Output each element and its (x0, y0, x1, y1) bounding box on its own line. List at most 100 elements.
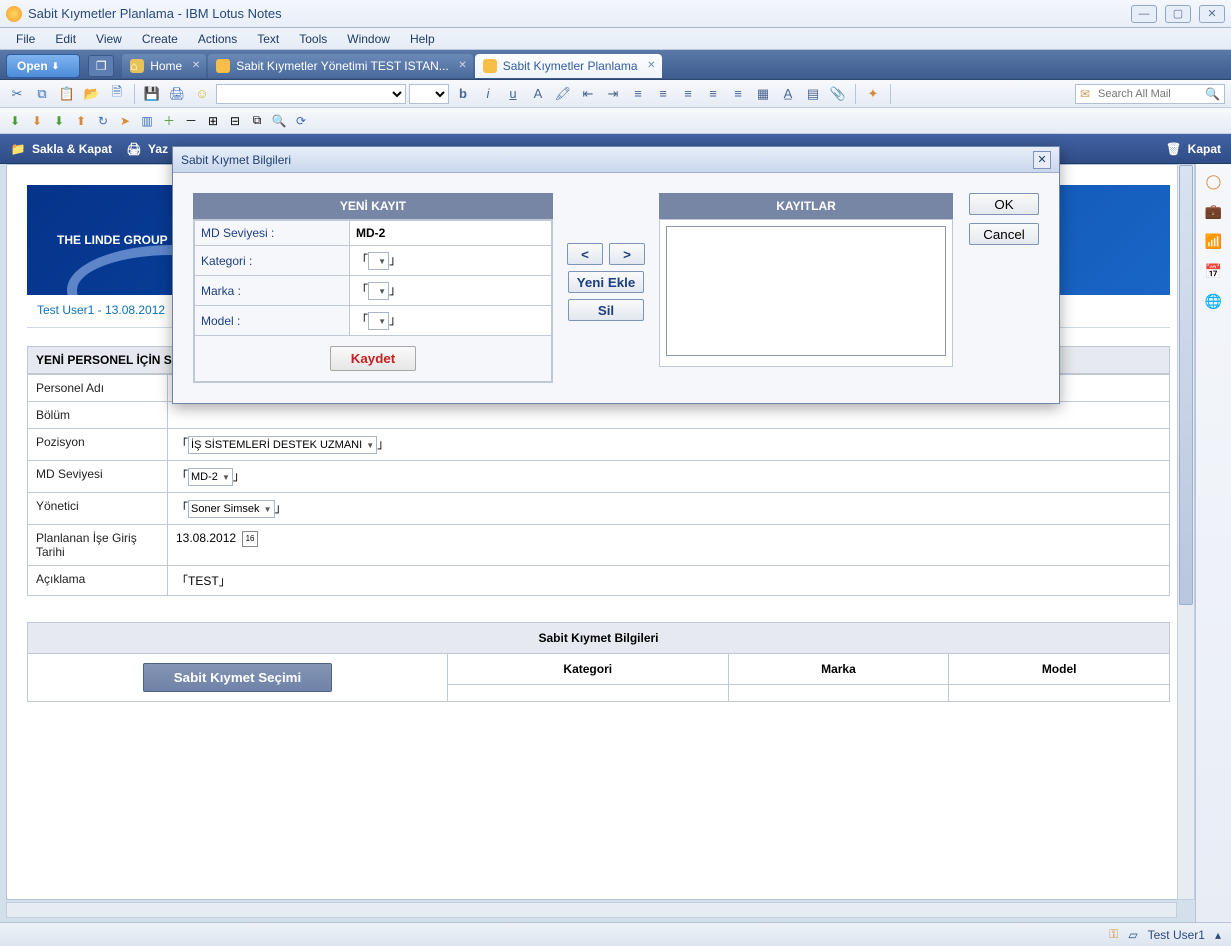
list-icon[interactable]: ≡ (627, 83, 649, 105)
attach-icon[interactable]: 📎 (827, 83, 849, 105)
text-icon[interactable]: A̲ (777, 83, 799, 105)
horizontal-scrollbar[interactable] (6, 902, 1177, 918)
menu-help[interactable]: Help (402, 30, 443, 48)
search-box[interactable] (1075, 84, 1225, 104)
star-icon[interactable]: ✦ (862, 83, 884, 105)
cut-icon[interactable]: ✂ (6, 83, 28, 105)
open-button[interactable]: Open (6, 54, 80, 78)
value-pozisyon[interactable]: 「İŞ SİSTEMLERİ DESTEK UZMANI」 (168, 429, 1170, 461)
tab-sabit-planlama[interactable]: Sabit Kıymetler Planlama ✕ (475, 54, 662, 78)
net-icon[interactable]: ▱ (1128, 928, 1137, 942)
collapse2-icon[interactable]: ⊟ (226, 112, 244, 130)
minus-icon[interactable]: － (182, 112, 200, 130)
save-close-button[interactable]: 📁 Sakla & Kapat (10, 141, 112, 157)
open-doc-icon[interactable]: 📂 (81, 83, 103, 105)
sidebar-rss-icon[interactable]: 📶 (1203, 230, 1225, 252)
maximize-button[interactable]: ▢ (1165, 5, 1191, 23)
plus-icon[interactable]: ＋ (160, 112, 178, 130)
arrow-icon[interactable]: ➤ (116, 112, 134, 130)
value-aciklama[interactable]: 「TEST」 (168, 566, 1170, 596)
indent-left-icon[interactable]: ⇤ (577, 83, 599, 105)
paste-icon[interactable]: 📋 (56, 83, 78, 105)
chart-icon[interactable]: ▤ (802, 83, 824, 105)
table-icon[interactable]: ▦ (752, 83, 774, 105)
dlg-value-model[interactable]: 「 」 (350, 306, 552, 336)
dialog-close-button[interactable]: ✕ (1033, 151, 1051, 169)
md-dropdown[interactable]: MD-2 (188, 468, 233, 486)
sidebar-globe-icon[interactable]: 🌐 (1203, 290, 1225, 312)
tab-home[interactable]: ⌂ Home ✕ (122, 54, 206, 78)
dlg-marka-dropdown[interactable] (368, 282, 389, 300)
reload-icon[interactable]: ⟳ (292, 112, 310, 130)
size-select[interactable] (409, 84, 449, 104)
menu-create[interactable]: Create (134, 30, 186, 48)
menu-text[interactable]: Text (249, 30, 287, 48)
copy-icon[interactable]: ⧉ (31, 83, 53, 105)
value-md-seviyesi[interactable]: 「MD-2」 (168, 461, 1170, 493)
menu-view[interactable]: View (88, 30, 130, 48)
scrollbar-thumb[interactable] (1179, 165, 1193, 605)
save-icon[interactable]: 💾 (141, 83, 163, 105)
up-orange-icon[interactable]: ⬆ (72, 112, 90, 130)
menu-edit[interactable]: Edit (47, 30, 84, 48)
align-right-icon[interactable]: ≡ (702, 83, 724, 105)
sidebar-ring-icon[interactable]: ◯ (1203, 170, 1225, 192)
yonetici-dropdown[interactable]: Soner Simsek (188, 500, 274, 518)
yeni-ekle-button[interactable]: Yeni Ekle (568, 271, 644, 293)
sidebar-calendar-icon[interactable]: 📅 (1203, 260, 1225, 282)
dlg-kategori-dropdown[interactable] (368, 252, 389, 270)
search-input[interactable] (1098, 85, 1204, 103)
value-bolum[interactable] (168, 402, 1170, 429)
indent-right-icon[interactable]: ⇥ (602, 83, 624, 105)
menu-file[interactable]: File (8, 30, 43, 48)
find-icon[interactable]: 🔍 (270, 112, 288, 130)
font-select[interactable] (216, 84, 406, 104)
dlg-value-marka[interactable]: 「 」 (350, 276, 552, 306)
menu-window[interactable]: Window (339, 30, 398, 48)
collapse-icon[interactable]: ▥ (138, 112, 156, 130)
sk-select-button[interactable]: Sabit Kıymet Seçimi (143, 663, 332, 692)
emoji-icon[interactable]: ☺ (191, 83, 213, 105)
align-left-icon[interactable]: ≡ (652, 83, 674, 105)
font-color-icon[interactable]: A (527, 83, 549, 105)
down-orange-icon[interactable]: ⬇ (28, 112, 46, 130)
prev-button[interactable]: < (567, 243, 603, 265)
cancel-button[interactable]: Cancel (969, 223, 1039, 245)
print-icon[interactable]: 🖨 (166, 83, 188, 105)
italic-icon[interactable]: i (477, 83, 499, 105)
tab-sabit-yonetimi-close[interactable]: ✕ (458, 60, 466, 71)
dlg-model-dropdown[interactable] (368, 312, 389, 330)
sidebar-briefcase-icon[interactable]: 💼 (1203, 200, 1225, 222)
kaydet-button[interactable]: Kaydet (330, 346, 416, 371)
menu-actions[interactable]: Actions (190, 30, 245, 48)
pozisyon-dropdown[interactable]: İŞ SİSTEMLERİ DESTEK UZMANI (188, 436, 377, 454)
dlg-value-kategori[interactable]: 「 」 (350, 246, 552, 276)
copy2-icon[interactable]: ⧉ (248, 112, 266, 130)
down-green-icon[interactable]: ⬇ (6, 112, 24, 130)
new-window-button[interactable]: ❐ (88, 55, 114, 77)
doc-icon[interactable]: 🗎 (106, 83, 128, 105)
align-center-icon[interactable]: ≡ (677, 83, 699, 105)
kayitlar-list[interactable] (666, 226, 946, 356)
next-button[interactable]: > (609, 243, 645, 265)
tab-sabit-yonetimi[interactable]: Sabit Kıymetler Yönetimi TEST ISTAN... ✕ (208, 54, 473, 78)
tab-sabit-planlama-close[interactable]: ✕ (647, 60, 655, 71)
chevron-up-icon[interactable]: ▴ (1215, 928, 1221, 942)
print-button[interactable]: 🖨 Yaz (126, 141, 168, 157)
expand-icon[interactable]: ⊞ (204, 112, 222, 130)
value-planlanan[interactable]: 13.08.201216 (168, 525, 1170, 566)
sil-button[interactable]: Sil (568, 299, 644, 321)
vertical-scrollbar[interactable] (1177, 164, 1195, 900)
highlight-icon[interactable]: 🖍 (552, 83, 574, 105)
close-window-button[interactable]: ✕ (1199, 5, 1225, 23)
ok-button[interactable]: OK (969, 193, 1039, 215)
down-green2-icon[interactable]: ⬇ (50, 112, 68, 130)
key-icon[interactable]: ⚿ (1109, 927, 1118, 942)
underline-icon[interactable]: u (502, 83, 524, 105)
menu-tools[interactable]: Tools (291, 30, 335, 48)
refresh-icon[interactable]: ↻ (94, 112, 112, 130)
kapat-button[interactable]: 🗑 Kapat (1166, 141, 1221, 157)
calendar-icon[interactable]: 16 (242, 531, 258, 547)
justify-icon[interactable]: ≡ (727, 83, 749, 105)
value-yonetici[interactable]: 「Soner Simsek」 (168, 493, 1170, 525)
